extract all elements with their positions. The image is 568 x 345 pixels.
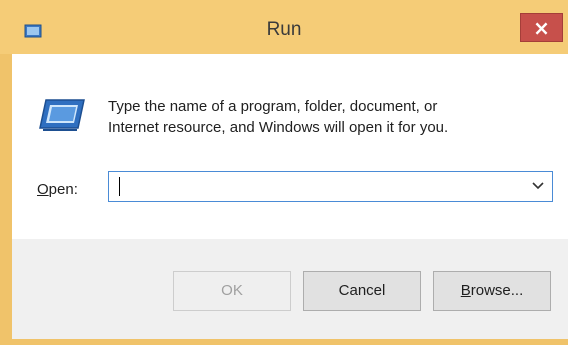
browse-mnemonic: B xyxy=(460,282,471,299)
open-label-mnemonic: O xyxy=(37,181,49,198)
title-bar[interactable]: Run × xyxy=(0,0,568,54)
run-icon xyxy=(39,99,85,131)
open-input[interactable] xyxy=(114,175,518,199)
close-button[interactable]: × xyxy=(520,13,563,42)
instruction-line-2: Internet resource, and Windows will open… xyxy=(108,119,449,136)
close-icon: × xyxy=(533,16,550,40)
window-title: Run xyxy=(266,19,302,40)
instruction-line-1: Type the name of a program, folder, docu… xyxy=(108,98,438,115)
chevron-down-icon[interactable] xyxy=(530,178,546,194)
cancel-button[interactable]: Cancel xyxy=(303,271,421,311)
open-label-rest: pen: xyxy=(48,181,78,198)
open-combobox[interactable] xyxy=(108,171,553,202)
instruction-text: Type the name of a program, folder, docu… xyxy=(108,96,548,138)
browse-button[interactable]: Browse... xyxy=(433,271,551,311)
text-cursor xyxy=(119,177,120,196)
open-label: Open: xyxy=(37,181,78,198)
window-bottom-border xyxy=(0,339,568,345)
run-dialog-window: Run × Type the name of a program, folder… xyxy=(0,0,568,345)
browse-label-rest: rowse... xyxy=(470,282,524,299)
ok-button[interactable]: OK xyxy=(173,271,291,311)
